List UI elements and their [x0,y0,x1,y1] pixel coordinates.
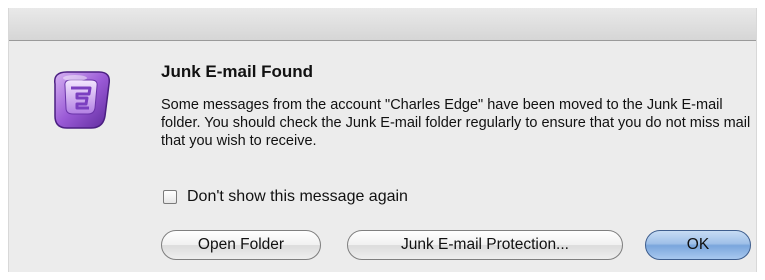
dialog-message: Some messages from the account "Charles … [161,97,751,149]
dont-show-again-label[interactable]: Don't show this message again [187,188,408,206]
dont-show-again-checkbox[interactable] [163,190,177,204]
ok-button[interactable]: OK [645,230,751,260]
dialog-titlebar[interactable] [9,8,756,41]
open-folder-button[interactable]: Open Folder [161,230,321,260]
junk-email-dialog: Junk E-mail Found Some messages from the… [8,8,757,272]
dialog-heading: Junk E-mail Found [161,62,314,81]
dont-show-again-row[interactable]: Don't show this message again [163,188,408,206]
entourage-app-icon [45,64,117,136]
junk-email-protection-button[interactable]: Junk E-mail Protection... [347,230,623,260]
